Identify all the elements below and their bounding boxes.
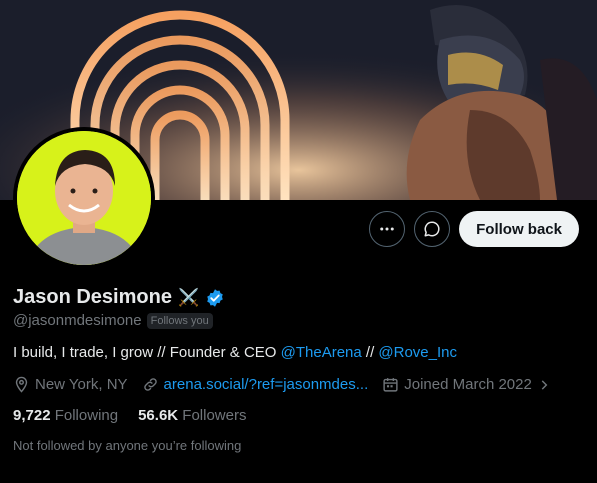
verified-icon[interactable]: [205, 288, 225, 308]
profile-bio: I build, I trade, I grow // Founder & CE…: [13, 344, 457, 361]
calendar-icon: [383, 378, 398, 392]
follows-you-badge: Follows you: [146, 312, 213, 329]
location-icon: [15, 376, 28, 393]
profile-name: Jason Desimone: [13, 286, 172, 308]
joined[interactable]: Joined March 2022: [382, 376, 551, 393]
profile-avatar[interactable]: [13, 127, 155, 269]
followers-count: 56.6K: [138, 407, 179, 424]
profile-name-row: Jason Desimone ⚔️: [13, 286, 225, 309]
profile-handle-row: @jasonmdesimone Follows you: [13, 312, 213, 329]
link-icon: [143, 378, 157, 391]
following-label: Following: [54, 407, 119, 424]
more-button[interactable]: [369, 211, 406, 247]
location-text: New York, NY: [35, 376, 128, 393]
message-icon: [424, 221, 440, 237]
website-link[interactable]: arena.social/?ref=jasonmdes...: [164, 376, 369, 393]
website: arena.social/?ref=jasonmdes...: [142, 376, 369, 393]
following-count-link[interactable]: 9,722 Following: [13, 407, 118, 424]
joined-text: Joined March 2022: [404, 376, 532, 393]
avatar-photo: [17, 131, 151, 265]
profile-actions: Follow back: [369, 211, 579, 247]
more-icon: [380, 227, 394, 231]
swords-emoji: ⚔️: [177, 287, 200, 307]
bio-link-thearena[interactable]: @TheArena: [281, 344, 362, 361]
message-button[interactable]: [414, 211, 451, 247]
follow-counts: 9,722 Following 56.6K Followers: [13, 407, 246, 424]
chevron-right-icon: [541, 379, 548, 390]
follow-back-button[interactable]: Follow back: [459, 211, 579, 247]
followers-count-link[interactable]: 56.6K Followers: [138, 407, 246, 424]
bio-text: I build, I trade, I grow // Founder & CE…: [13, 344, 281, 361]
profile-meta: New York, NY arena.social/?ref=jasonmdes…: [13, 376, 551, 393]
followers-label: Followers: [182, 407, 247, 424]
bio-separator: //: [361, 344, 379, 361]
profile-handle: @jasonmdesimone: [13, 312, 142, 329]
not-followed-notice: Not followed by anyone you’re following: [13, 438, 242, 453]
location: New York, NY: [13, 376, 128, 393]
bio-link-rove[interactable]: @Rove_Inc: [378, 344, 457, 361]
following-count: 9,722: [13, 407, 51, 424]
